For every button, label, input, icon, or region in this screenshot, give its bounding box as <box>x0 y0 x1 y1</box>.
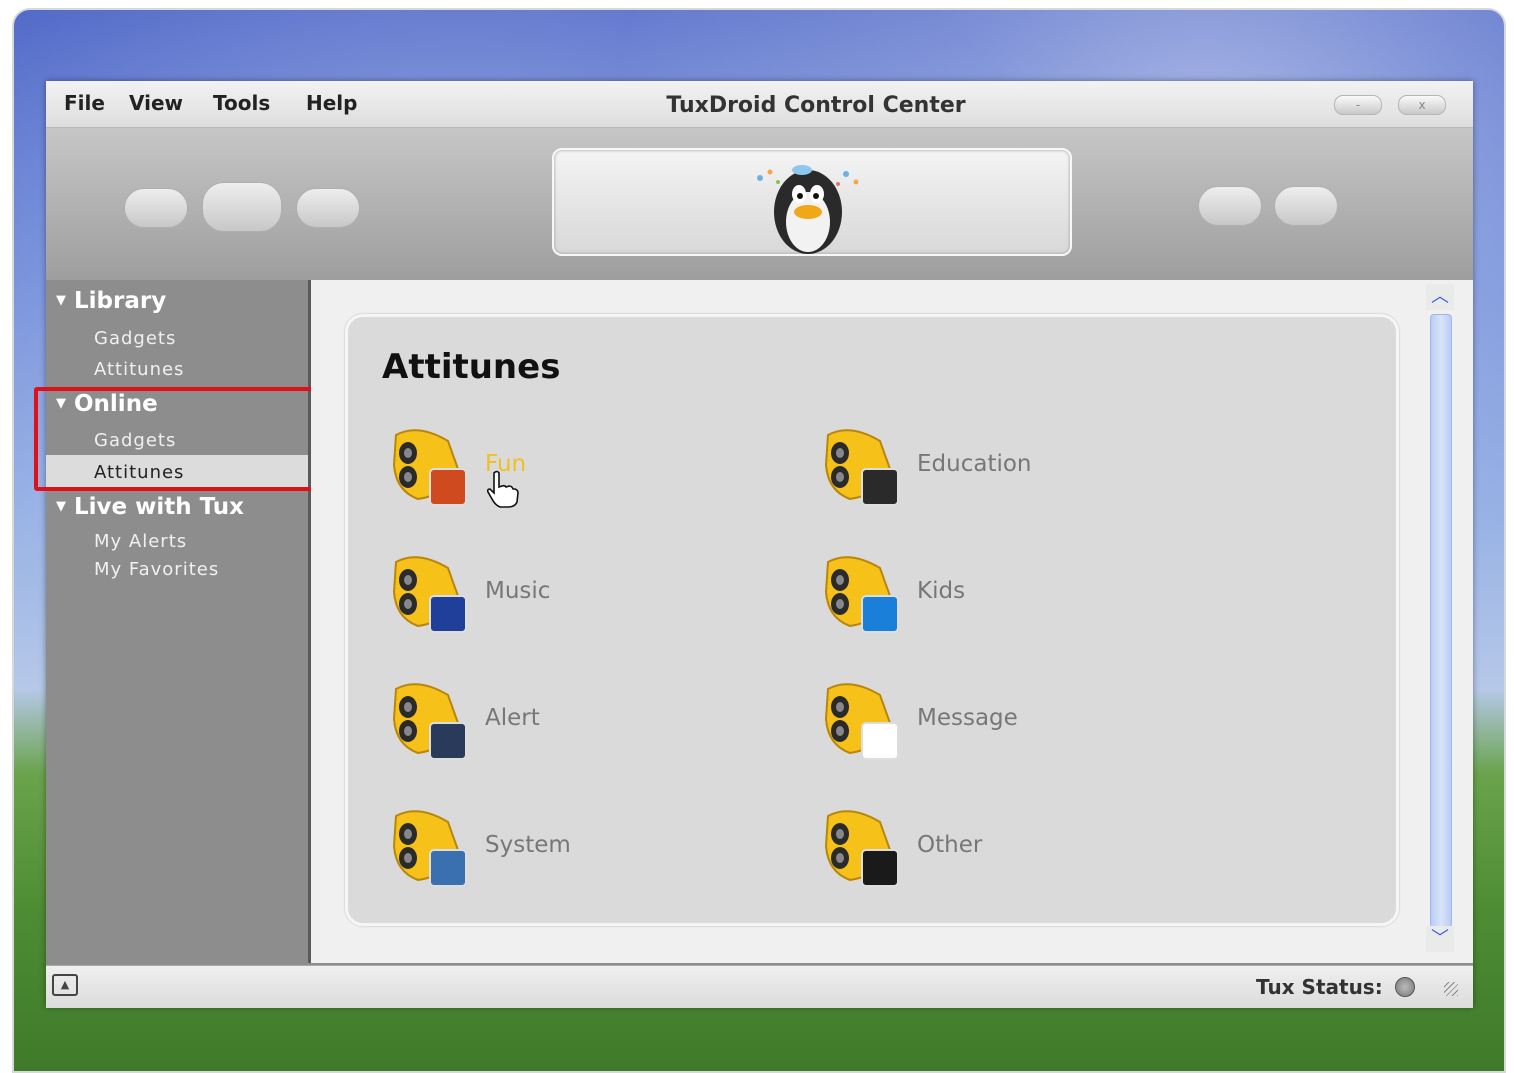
scroll-up-arrow-icon[interactable]: ︿ <box>1426 284 1454 310</box>
window-title: TuxDroid Control Center <box>666 93 966 118</box>
hand-cursor-icon <box>486 470 519 508</box>
category-label[interactable]: System <box>485 832 571 858</box>
vertical-scrollbar[interactable]: ︿ ﹀ <box>1426 284 1454 956</box>
category-system[interactable]: System <box>388 806 808 896</box>
back-button[interactable] <box>124 188 188 228</box>
category-label[interactable]: Kids <box>917 578 965 604</box>
alert-icon <box>392 683 467 760</box>
scrollbar-thumb[interactable] <box>1430 314 1452 928</box>
resize-grip-icon[interactable] <box>1444 982 1458 996</box>
main-content: Attitunes Fun Education Music Kids Alert Mess… <box>311 280 1473 963</box>
category-other[interactable]: Other <box>820 806 1240 896</box>
category-label[interactable]: Alert <box>485 705 540 731</box>
sidebar-item-library-attitunes[interactable]: Attitunes <box>94 359 184 380</box>
category-label[interactable]: Music <box>485 578 550 604</box>
app-window: File View Tools Help TuxDroid Control Ce… <box>34 81 1473 1008</box>
attitunes-panel: Attitunes Fun Education Music Kids Alert Mess… <box>345 314 1399 926</box>
other-icon <box>824 810 899 887</box>
scroll-down-arrow-icon[interactable]: ﹀ <box>1426 926 1454 952</box>
page-title: Attitunes <box>382 347 561 387</box>
volume-up-button[interactable] <box>1274 186 1338 226</box>
education-icon <box>824 429 899 506</box>
category-label[interactable]: Other <box>917 832 982 858</box>
sidebar-section-live-with-tux[interactable]: ▼ Live with Tux <box>56 494 244 520</box>
minimize-button[interactable]: - <box>1334 95 1382 115</box>
annotation-highlight-box <box>34 387 321 491</box>
status-indicator-icon <box>1395 977 1415 997</box>
tux-display <box>552 148 1072 256</box>
collapse-triangle-icon: ▼ <box>56 499 66 514</box>
category-label[interactable]: Education <box>917 451 1032 477</box>
music-icon <box>392 556 467 633</box>
category-fun[interactable]: Fun <box>388 425 808 515</box>
category-education[interactable]: Education <box>820 425 1240 515</box>
sidebar-item-my-alerts[interactable]: My Alerts <box>94 531 187 552</box>
status-bar: ▲ Tux Status: <box>46 965 1473 1008</box>
message-icon <box>824 683 899 760</box>
category-kids[interactable]: Kids <box>820 552 1240 642</box>
sidebar-item-my-favorites[interactable]: My Favorites <box>94 559 219 580</box>
title-bar: File View Tools Help TuxDroid Control Ce… <box>46 81 1473 128</box>
sidebar-item-library-gadgets[interactable]: Gadgets <box>94 328 176 349</box>
menu-tools[interactable]: Tools <box>213 91 270 115</box>
menu-help[interactable]: Help <box>306 91 357 115</box>
close-button[interactable]: x <box>1398 95 1446 115</box>
category-message[interactable]: Message <box>820 679 1240 769</box>
play-button[interactable] <box>202 182 282 232</box>
menu-file[interactable]: File <box>64 91 105 115</box>
volume-down-button[interactable] <box>1198 186 1262 226</box>
menu-view[interactable]: View <box>129 91 183 115</box>
collapse-triangle-icon: ▼ <box>56 293 66 308</box>
sidebar-section-library[interactable]: ▼ Library <box>56 288 166 314</box>
tux-status-label: Tux Status: <box>1256 975 1383 999</box>
category-music[interactable]: Music <box>388 552 808 642</box>
tux-penguin-icon <box>757 165 859 254</box>
eject-icon[interactable]: ▲ <box>52 974 78 996</box>
forward-button[interactable] <box>296 188 360 228</box>
toolbar <box>46 128 1473 280</box>
system-icon <box>392 810 467 887</box>
fun-icon <box>392 429 467 506</box>
sidebar: ▼ Library Gadgets Attitunes ▼ Online Gadge… <box>34 280 321 963</box>
category-label[interactable]: Message <box>917 705 1018 731</box>
category-alert[interactable]: Alert <box>388 679 808 769</box>
kids-icon <box>824 556 899 633</box>
